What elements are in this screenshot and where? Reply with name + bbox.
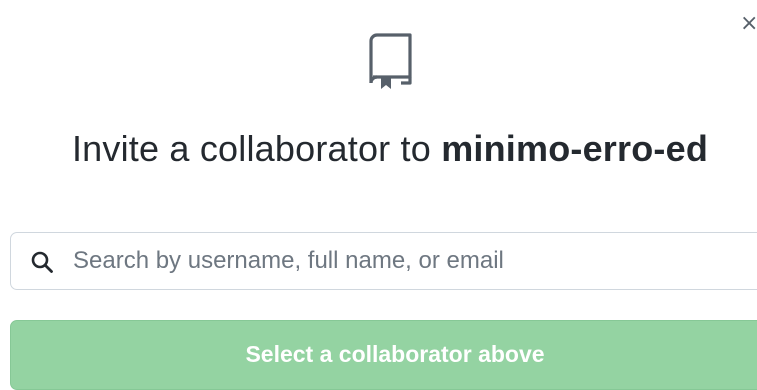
collaborator-search-input[interactable] [73,241,753,281]
dialog-title: Invite a collaborator to minimo-erro-ed [0,128,757,170]
close-icon[interactable]: × [740,11,757,36]
repo-name: minimo-erro-ed [441,128,709,169]
select-collaborator-button-label: Select a collaborator above [245,341,545,367]
repo-icon [369,33,412,89]
select-collaborator-button[interactable]: Select a collaborator above [10,320,757,390]
search-box[interactable] [10,232,757,290]
search-icon [31,251,53,273]
close-button[interactable]: × [740,10,757,38]
title-prefix: Invite a collaborator to [71,128,442,169]
